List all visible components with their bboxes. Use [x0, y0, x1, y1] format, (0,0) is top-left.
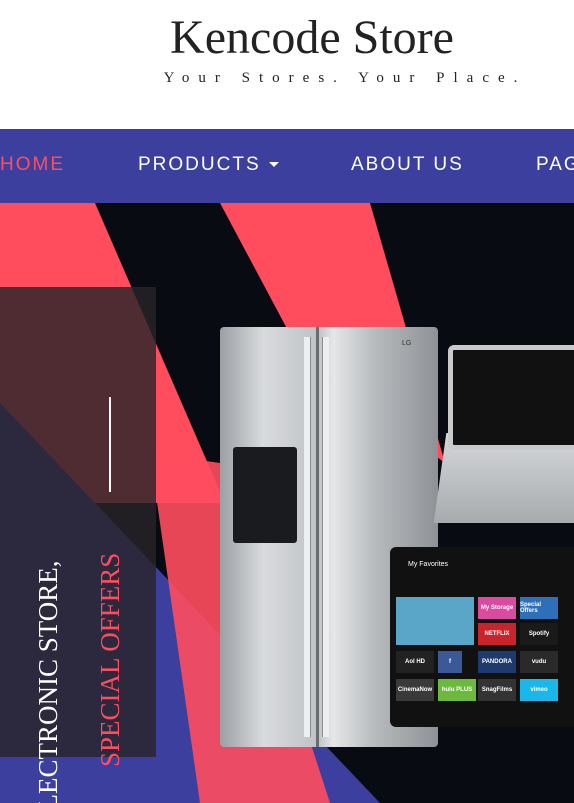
promo-panel: ELECTRONIC STORE, SPECIAL OFFERS — [0, 287, 156, 803]
tv-tile: SnagFilms — [478, 679, 516, 701]
tv-tile: NETFLIX — [478, 623, 516, 645]
site-header: Kencode Store Your Stores. Your Place. — [0, 0, 574, 129]
tv-tile: vimeo — [520, 679, 558, 701]
tv-tile: Special Offers — [520, 597, 558, 619]
hero-banner: LG My Favorites My Storage Special Offer… — [0, 203, 574, 803]
promo-line-2: SPECIAL OFFERS — [95, 552, 125, 767]
tv-tile: vudu — [520, 651, 558, 673]
nav-item-products[interactable]: PRODUCTS — [138, 154, 279, 176]
tv-tile: My Storage — [478, 597, 516, 619]
tv-tile: Spotify — [520, 623, 558, 645]
tv-tile: f — [438, 651, 462, 673]
nav-item-pages[interactable]: PAG — [536, 154, 574, 176]
fridge-brand-logo: LG — [402, 340, 412, 347]
nav-item-products-label: PRODUCTS — [138, 154, 261, 175]
caret-down-icon — [268, 162, 279, 168]
tv-tile: CinemaNow — [396, 679, 434, 701]
brand-title[interactable]: Kencode Store — [0, 10, 574, 65]
smart-tv-image: My Favorites My Storage Special Offers N… — [390, 547, 574, 727]
main-nav: HOME PRODUCTS ABOUT US PAG — [0, 129, 574, 203]
laptop-image — [448, 345, 574, 450]
tv-tile: Aol HD — [396, 651, 434, 673]
water-dispenser — [233, 447, 297, 543]
tv-tile-weather — [396, 597, 474, 645]
nav-item-about-us[interactable]: ABOUT US — [351, 154, 464, 176]
promo-line-1: ELECTRONIC STORE, — [33, 560, 63, 803]
divider-line — [109, 397, 111, 492]
tv-tile: PANDORA — [478, 651, 516, 673]
nav-item-home[interactable]: HOME — [0, 154, 65, 176]
tv-title: My Favorites — [408, 561, 449, 568]
brand-tagline: Your Stores. Your Place. — [163, 70, 527, 86]
tv-tile: hulu PLUS — [438, 679, 476, 701]
